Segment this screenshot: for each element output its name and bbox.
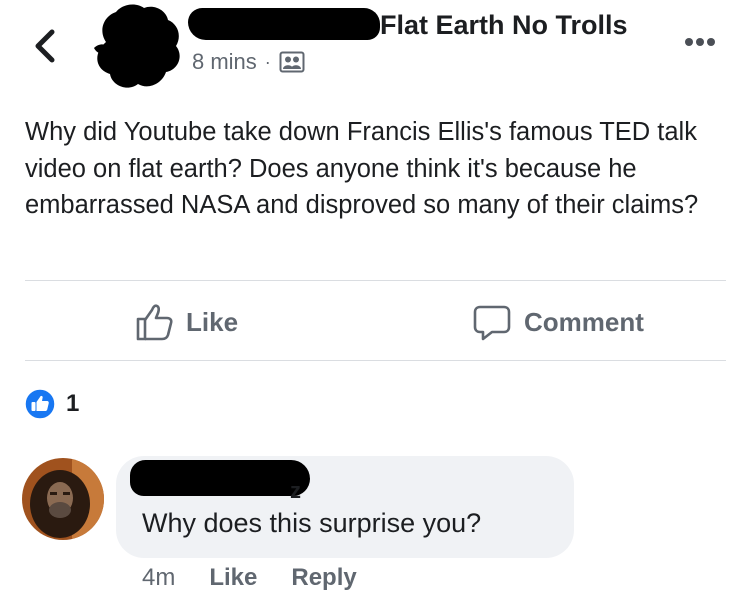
comment-time[interactable]: 4m: [142, 564, 175, 592]
comment-like-link[interactable]: Like: [209, 564, 257, 592]
group-audience-icon: [279, 51, 305, 73]
like-reaction-icon: [24, 388, 56, 420]
commenter-avatar[interactable]: [22, 458, 104, 540]
comment-button[interactable]: Comment: [472, 302, 644, 342]
like-button[interactable]: Like: [134, 302, 238, 342]
chevron-left-icon: [35, 29, 55, 63]
post-text: Why did Youtube take down Francis Ellis'…: [25, 118, 699, 219]
divider: [25, 280, 726, 281]
divider: [25, 360, 726, 361]
more-options-button[interactable]: [680, 30, 720, 54]
reaction-summary[interactable]: 1: [24, 388, 79, 420]
comment-reply-link[interactable]: Reply: [291, 564, 356, 592]
post-meta: 8 mins ·: [192, 48, 305, 76]
speech-bubble-icon: [472, 302, 512, 342]
post-time[interactable]: 8 mins: [192, 49, 257, 75]
redacted-author-name: [188, 8, 380, 40]
like-label: Like: [186, 306, 239, 337]
meta-separator: ·: [264, 51, 271, 72]
redacted-commenter-name: [130, 460, 310, 496]
thumbs-up-icon: [134, 302, 174, 342]
back-button[interactable]: [30, 26, 60, 66]
more-icon-dot: [696, 38, 704, 46]
reaction-count: 1: [66, 390, 80, 417]
comment-text: Why does this surprise you?: [142, 508, 482, 538]
group-name[interactable]: Flat Earth No Trolls: [380, 10, 628, 41]
more-icon-dot: [707, 38, 715, 46]
more-icon: [685, 38, 693, 46]
comment-label: Comment: [524, 306, 644, 337]
redacted-profile-photo[interactable]: [86, 2, 186, 92]
commenter-name-suffix[interactable]: z: [290, 478, 301, 504]
comment-meta: 4m Like Reply: [142, 564, 357, 592]
